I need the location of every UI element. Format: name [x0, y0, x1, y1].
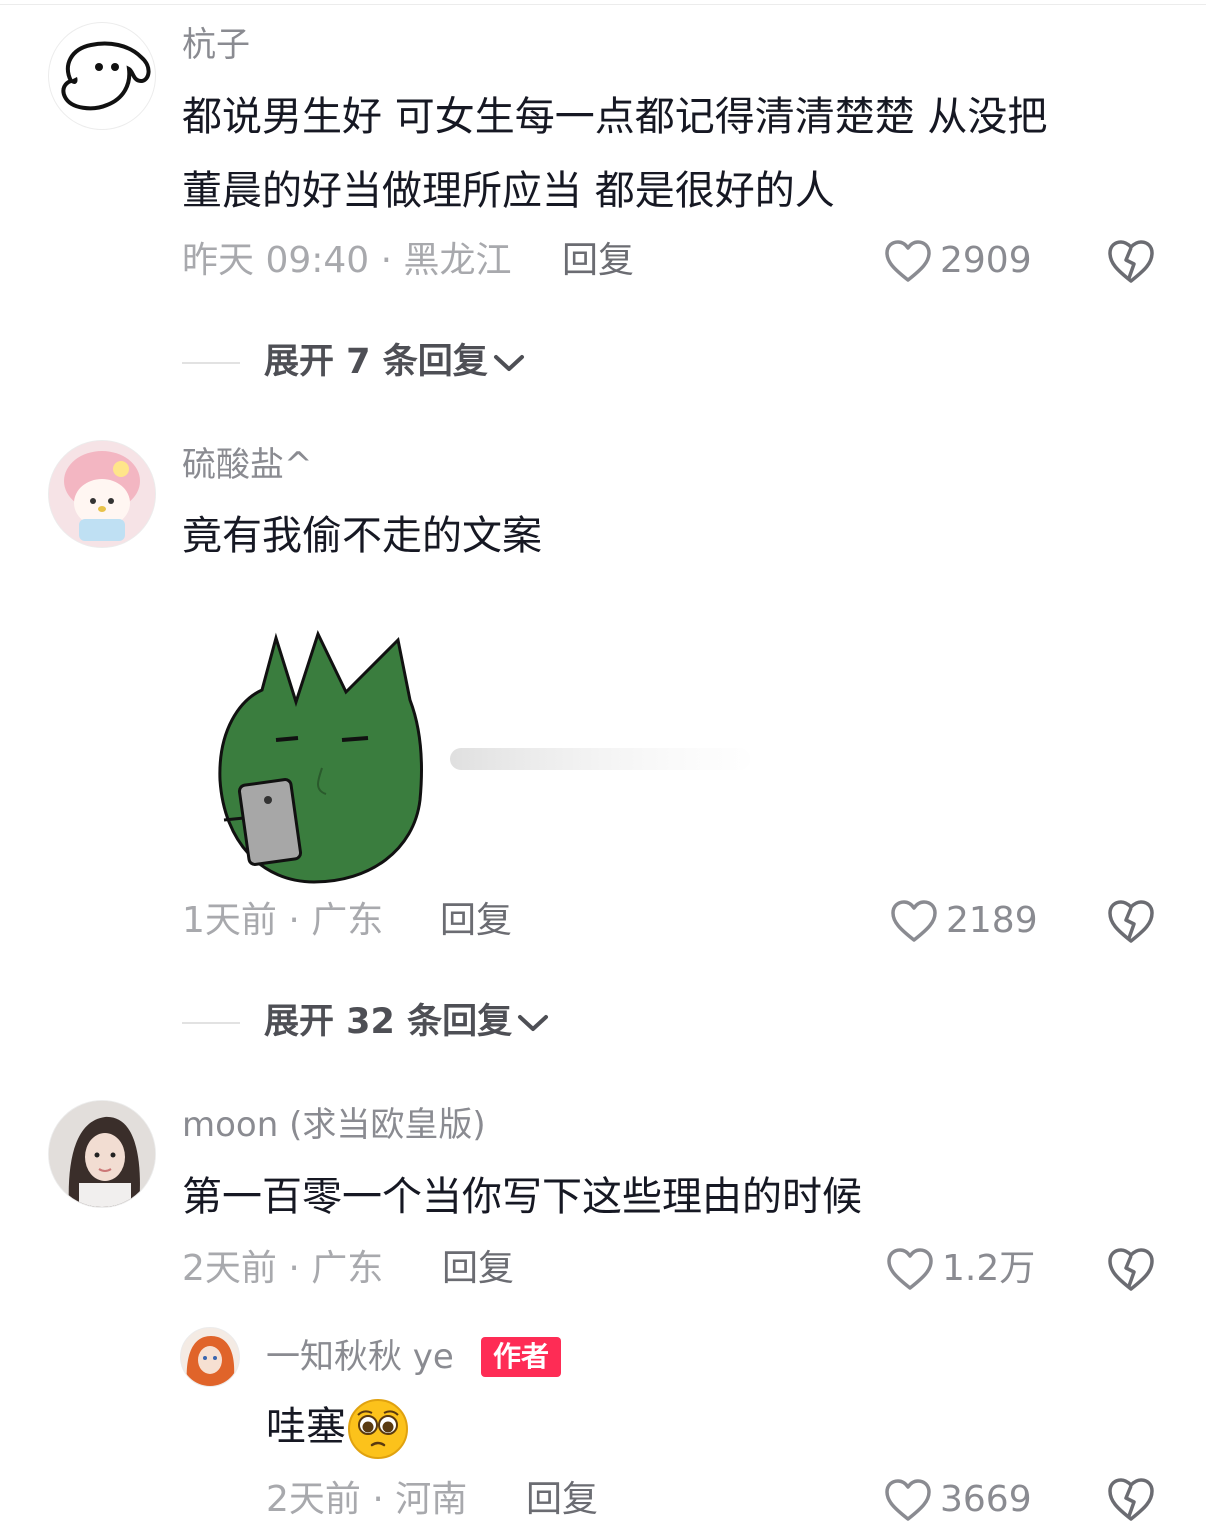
username[interactable]: 一知秋秋 ye — [266, 1340, 454, 1374]
author-badge: 作者 — [481, 1337, 562, 1378]
dislike-icon[interactable] — [1106, 898, 1156, 944]
heart-icon — [887, 1248, 933, 1290]
top-divider — [0, 4, 1206, 5]
reply-button[interactable]: 回复 — [526, 1482, 598, 1518]
dislike-icon[interactable] — [1106, 238, 1156, 284]
comment-meta: 昨天 09:40 · 黑龙江 — [182, 240, 512, 281]
username[interactable]: 杭子 — [182, 28, 250, 62]
chevron-down-icon — [518, 1014, 549, 1031]
comment-meta: 2天前 · 河南 — [266, 1479, 468, 1520]
username[interactable]: 硫酸盐^ — [182, 448, 313, 482]
sticker-image[interactable] — [210, 629, 770, 885]
like-button[interactable]: 2909 — [884, 239, 1032, 283]
expand-label: 展开 32 条回复 — [264, 1002, 513, 1042]
reply-button[interactable]: 回复 — [442, 1251, 514, 1287]
expand-replies-button[interactable]: 展开 32 条回复 — [182, 1005, 550, 1040]
pleading-face-emoji — [348, 1399, 408, 1459]
heart-icon — [885, 240, 931, 282]
username[interactable]: moon (求当欧皇版) — [182, 1108, 486, 1142]
avatar[interactable] — [48, 1100, 156, 1208]
comment-meta: 2天前 · 广东 — [182, 1248, 384, 1289]
reply-text: 哇塞 — [266, 1390, 410, 1464]
like-count: 3669 — [940, 1479, 1032, 1520]
expand-divider — [182, 1021, 240, 1024]
like-count: 2189 — [946, 900, 1038, 941]
reply-text-content: 哇塞 — [266, 1404, 346, 1450]
chevron-down-icon — [493, 354, 524, 371]
expand-divider — [182, 361, 240, 364]
like-button[interactable]: 3669 — [884, 1478, 1032, 1522]
reply-button[interactable]: 回复 — [562, 243, 634, 279]
dislike-icon[interactable] — [1106, 1246, 1156, 1292]
expand-replies-button[interactable]: 展开 7 条回复 — [182, 345, 526, 380]
comment-text-line: 都说男生好 可女生每一点都记得清清楚楚 从没把 — [182, 94, 1048, 140]
comment-text-line: 竟有我偷不走的文案 — [182, 513, 542, 559]
like-button[interactable]: 1.2万 — [886, 1247, 1035, 1291]
like-button[interactable]: 2189 — [890, 899, 1038, 943]
heart-icon — [885, 1479, 931, 1521]
heart-icon — [891, 900, 937, 942]
expand-label: 展开 7 条回复 — [264, 342, 488, 382]
reply-button[interactable]: 回复 — [440, 903, 512, 939]
comment-text-line: 董晨的好当做理所应当 都是很好的人 — [182, 168, 835, 214]
comment-text-line: 第一百零一个当你写下这些理由的时候 — [182, 1174, 862, 1220]
dislike-icon[interactable] — [1106, 1476, 1156, 1522]
like-count: 2909 — [940, 240, 1032, 281]
comment-meta: 1天前 · 广东 — [182, 900, 384, 941]
like-count: 1.2万 — [942, 1248, 1036, 1289]
avatar[interactable] — [48, 22, 156, 130]
avatar[interactable] — [48, 440, 156, 548]
avatar[interactable] — [180, 1327, 240, 1387]
